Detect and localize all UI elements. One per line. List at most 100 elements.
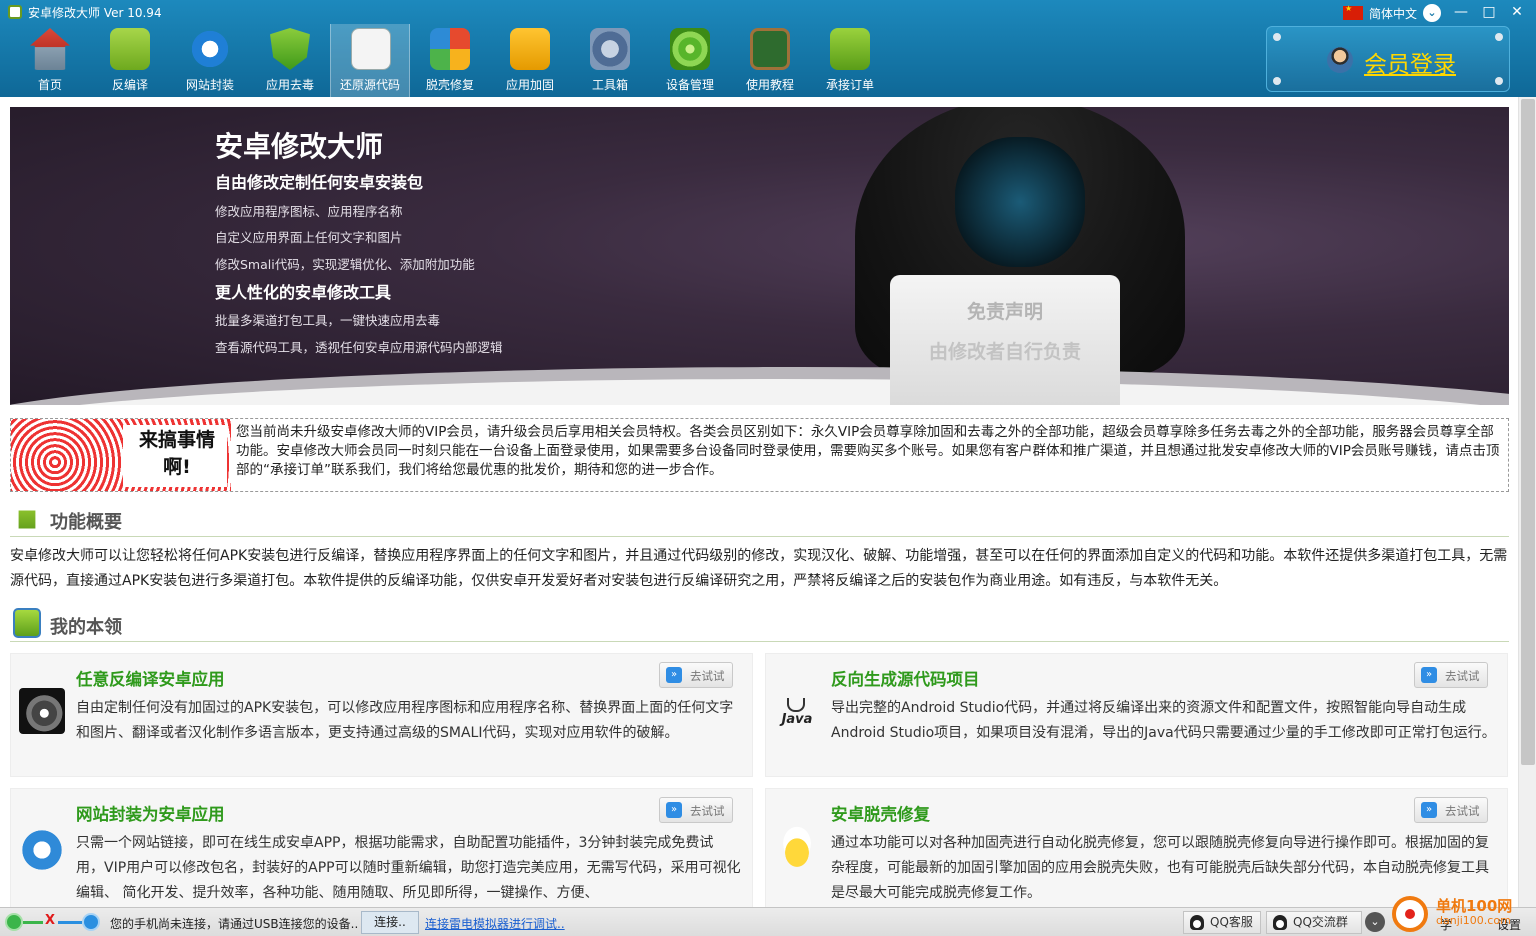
tool-web-wrap[interactable]: 网站封装 — [170, 24, 250, 97]
ball-icon — [430, 28, 470, 70]
chevron-down-icon[interactable]: ⌄ — [1365, 912, 1385, 932]
java-icon-text: Java — [781, 712, 813, 727]
java-icon: Java — [774, 686, 820, 732]
hero-banner: 免责声明 由修改者自行负责 安卓修改大师 自由修改定制任何安卓安装包 修改应用程… — [10, 107, 1509, 405]
tool-label: 反编译 — [111, 78, 148, 92]
arrow-right-icon: » — [1421, 667, 1437, 683]
watermark-url: danji100.com — [1436, 914, 1511, 927]
go-bag-icon — [830, 28, 870, 70]
try-button-label: 去试试 — [1445, 669, 1480, 683]
tool-label: 应用去毒 — [265, 78, 314, 92]
section-header-skills: 我的本领 — [10, 606, 1509, 642]
try-button-label: 去试试 — [690, 804, 725, 818]
tool-home[interactable]: 首页 — [10, 24, 90, 97]
language-label: 简体中文 — [1369, 6, 1418, 21]
java-cup-shape — [787, 698, 805, 712]
china-flag-icon — [1343, 4, 1363, 20]
tool-harden[interactable]: 应用加固 — [490, 24, 570, 97]
tool-restore-source[interactable]: 还原源代码 — [330, 24, 410, 97]
arrow-right-icon: » — [666, 802, 682, 818]
try-button-label: 去试试 — [1445, 804, 1480, 818]
connect-button[interactable]: 连接.. — [361, 911, 419, 934]
computer-icon — [82, 913, 100, 931]
maximize-button[interactable]: □ — [1476, 2, 1502, 22]
banner-heading: 更人性化的安卓修改工具 — [215, 283, 392, 302]
connection-line — [23, 921, 43, 924]
banner-line: 修改应用程序图标、应用程序名称 — [215, 204, 403, 219]
arrow-right-icon: » — [1421, 802, 1437, 818]
promo-text: 来搞事情啊! — [138, 429, 215, 478]
tool-orders[interactable]: 承接订单 — [810, 24, 890, 97]
user-icon — [1327, 47, 1353, 73]
feature-card-decompile: 任意反编译安卓应用 自由定制任何没有加固过的APK安装包，可以修改应用程序图标和… — [10, 653, 753, 777]
try-button[interactable]: » 去试试 — [1414, 797, 1488, 823]
section-header-overview: 功能概要 — [10, 501, 1509, 537]
tool-label: 设备管理 — [665, 78, 714, 92]
close-button[interactable]: ✕ — [1504, 2, 1530, 22]
tool-device-manager[interactable]: 设备管理 — [650, 24, 730, 97]
tool-unpack-repair[interactable]: 脱壳修复 — [410, 24, 490, 97]
tool-label: 承接订单 — [825, 78, 874, 92]
member-login-label: 会员登录 — [1364, 52, 1456, 78]
radar-icon — [670, 28, 710, 70]
tool-label: 应用加固 — [505, 78, 554, 92]
try-button[interactable]: » 去试试 — [659, 662, 733, 688]
card-title: 安卓脱壳修复 — [831, 805, 930, 824]
disconnected-icon: X — [45, 913, 56, 928]
window-title: 安卓修改大师 Ver 10.94 — [28, 6, 162, 20]
bolt-decoration — [1273, 33, 1281, 41]
feature-card-unpack: 安卓脱壳修复 通过本功能可以对各种加固壳进行自动化脱壳修复，您可以跟随脱壳修复向… — [765, 788, 1508, 907]
try-button[interactable]: » 去试试 — [1414, 662, 1488, 688]
qq-group-button[interactable]: QQ交流群 — [1266, 911, 1362, 934]
watermark-text: 单机100网 — [1436, 897, 1513, 915]
qq-service-button[interactable]: QQ客服 — [1183, 911, 1261, 934]
banner-line: 查看源代码工具，透视任何安卓应用源代码内部逻辑 — [215, 340, 503, 355]
android-icon — [110, 28, 150, 70]
go-bag-icon — [13, 608, 41, 638]
vip-notice-text: 您当前尚未升级安卓修改大师的VIP会员，请升级会员后享用相关会员特权。各类会员区… — [236, 424, 1500, 478]
feature-card-source-project: Java 反向生成源代码项目 导出完整的Android Studio代码，并通过… — [765, 653, 1508, 777]
android-icon — [18, 510, 36, 529]
bolt-decoration — [1273, 77, 1281, 85]
tool-label: 网站封装 — [185, 78, 234, 92]
promo-image: 来搞事情啊! — [11, 419, 231, 491]
vertical-scrollbar[interactable] — [1518, 97, 1536, 907]
tool-label: 首页 — [37, 78, 62, 92]
banner-heading: 自由修改定制任何安卓安装包 — [215, 173, 424, 192]
document-icon — [351, 28, 391, 70]
app-logo-icon — [8, 5, 22, 19]
member-login-button[interactable]: 会员登录 — [1266, 26, 1510, 92]
banner-title: 安卓修改大师 — [215, 130, 384, 163]
card-description: 导出完整的Android Studio代码，并通过将反编译出来的资源文件和配置文… — [831, 700, 1496, 741]
disclaimer-title: 免责声明 — [966, 301, 1043, 323]
minimize-button[interactable]: — — [1448, 2, 1474, 22]
card-title: 网站封装为安卓应用 — [76, 805, 225, 824]
tool-detox[interactable]: 应用去毒 — [250, 24, 330, 97]
tool-tutorial[interactable]: 使用教程 — [730, 24, 810, 97]
home-icon — [30, 28, 70, 70]
emulator-debug-link[interactable]: 连接雷电模拟器进行调试.. — [425, 915, 565, 932]
overview-text: 安卓修改大师可以让您轻松将任何APK安装包进行反编译，替换应用程序界面上的任何文… — [10, 548, 1508, 589]
scrollbar-thumb[interactable] — [1521, 99, 1535, 765]
main-toolbar: 首页 反编译 网站封装 应用去毒 还原源代码 脱壳修复 应用加固 工具箱 设备管… — [10, 24, 890, 97]
tool-decompile[interactable]: 反编译 — [90, 24, 170, 97]
card-title: 反向生成源代码项目 — [831, 670, 980, 689]
qq-service-label: QQ客服 — [1210, 915, 1253, 929]
top-toolbar-area: 安卓修改大师 Ver 10.94 简体中文 ⌄ — □ ✕ 首页 反编译 网站封… — [0, 0, 1536, 97]
tool-toolbox[interactable]: 工具箱 — [570, 24, 650, 97]
chevron-down-icon[interactable]: ⌄ — [1423, 4, 1442, 22]
arrow-right-icon: » — [666, 667, 682, 683]
lock-icon — [510, 28, 550, 70]
vip-notice: 来搞事情啊! 您当前尚未升级安卓修改大师的VIP会员，请升级会员后享用相关会员特… — [10, 418, 1509, 492]
ie-icon — [19, 827, 65, 873]
connection-line — [58, 921, 82, 924]
section-title: 我的本领 — [50, 617, 122, 638]
banner-line: 批量多渠道打包工具，一键快速应用去毒 — [215, 313, 441, 328]
tool-label: 使用教程 — [745, 78, 794, 92]
toolbox-icon — [590, 28, 630, 70]
try-button[interactable]: » 去试试 — [659, 797, 733, 823]
section-title: 功能概要 — [50, 512, 122, 533]
qq-icon — [1273, 915, 1287, 930]
banner-line: 修改Smali代码，实现逻辑优化、添加附加功能 — [215, 257, 475, 272]
language-selector[interactable]: 简体中文 ⌄ — [1343, 4, 1442, 22]
